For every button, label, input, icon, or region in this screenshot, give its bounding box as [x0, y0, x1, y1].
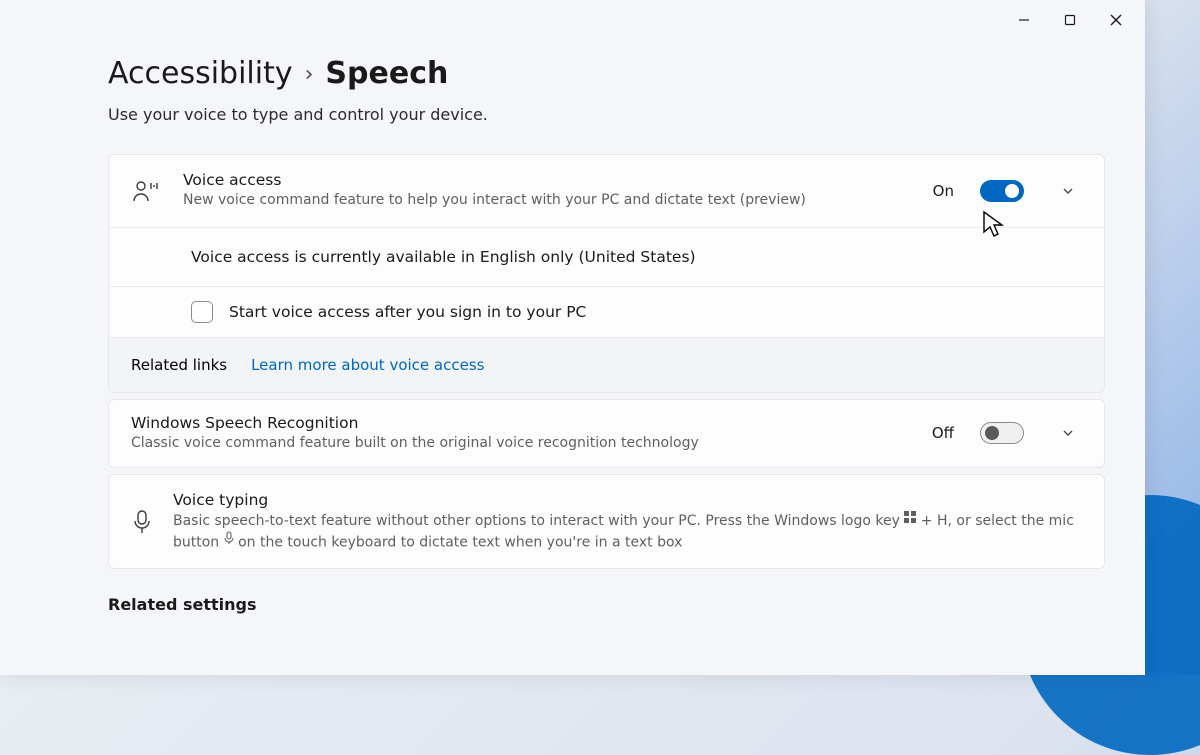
start-after-signin-label: Start voice access after you sign in to …	[229, 303, 586, 321]
voice-access-icon	[131, 179, 163, 203]
speech-recognition-desc: Classic voice command feature built on t…	[131, 434, 912, 454]
speech-recognition-expand[interactable]	[1054, 426, 1082, 440]
voice-access-toggle[interactable]	[980, 180, 1024, 202]
page-content: Accessibility › Speech Use your voice to…	[0, 40, 1145, 614]
minimize-button[interactable]	[1001, 4, 1047, 36]
settings-window: Accessibility › Speech Use your voice to…	[0, 0, 1145, 675]
voice-typing-card: Voice typing Basic speech-to-text featur…	[108, 474, 1105, 569]
voice-access-expand[interactable]	[1054, 184, 1082, 198]
voice-typing-title: Voice typing	[173, 491, 1082, 509]
related-settings-header: Related settings	[108, 595, 1105, 614]
voice-access-related-row: Related links Learn more about voice acc…	[109, 337, 1104, 392]
chevron-down-icon	[1061, 184, 1075, 198]
windows-logo-key-icon	[904, 510, 916, 530]
mic-inline-icon	[224, 531, 234, 552]
chevron-down-icon	[1061, 426, 1075, 440]
speech-recognition-status-label: Off	[932, 424, 954, 442]
voice-typing-desc: Basic speech-to-text feature without oth…	[173, 511, 1082, 552]
window-titlebar	[0, 0, 1145, 40]
voice-access-desc: New voice command feature to help you in…	[183, 191, 913, 211]
voice-typing-row: Voice typing Basic speech-to-text featur…	[109, 475, 1104, 568]
close-button[interactable]	[1093, 4, 1139, 36]
microphone-icon	[131, 509, 153, 535]
speech-recognition-row: Windows Speech Recognition Classic voice…	[109, 400, 1104, 468]
speech-recognition-toggle[interactable]	[980, 422, 1024, 444]
breadcrumb-parent[interactable]: Accessibility	[108, 56, 293, 91]
minimize-icon	[1018, 14, 1030, 26]
voice-access-status-label: On	[933, 182, 954, 200]
speech-recognition-card: Windows Speech Recognition Classic voice…	[108, 399, 1105, 469]
voice-access-title: Voice access	[183, 171, 913, 189]
page-subtitle: Use your voice to type and control your …	[108, 105, 1105, 124]
breadcrumb-current: Speech	[325, 56, 448, 91]
voice-access-header-row: Voice access New voice command feature t…	[109, 155, 1104, 227]
chevron-right-icon: ›	[305, 62, 314, 87]
start-after-signin-checkbox[interactable]	[191, 301, 213, 323]
speech-recognition-title: Windows Speech Recognition	[131, 414, 912, 432]
maximize-icon	[1064, 14, 1076, 26]
voice-access-availability-note: Voice access is currently available in E…	[109, 227, 1104, 286]
voice-access-start-row: Start voice access after you sign in to …	[109, 286, 1104, 337]
close-icon	[1110, 14, 1122, 26]
learn-more-voice-access-link[interactable]: Learn more about voice access	[251, 356, 484, 374]
voice-access-card: Voice access New voice command feature t…	[108, 154, 1105, 393]
related-links-label: Related links	[131, 356, 227, 374]
breadcrumb: Accessibility › Speech	[108, 56, 1105, 91]
maximize-button[interactable]	[1047, 4, 1093, 36]
